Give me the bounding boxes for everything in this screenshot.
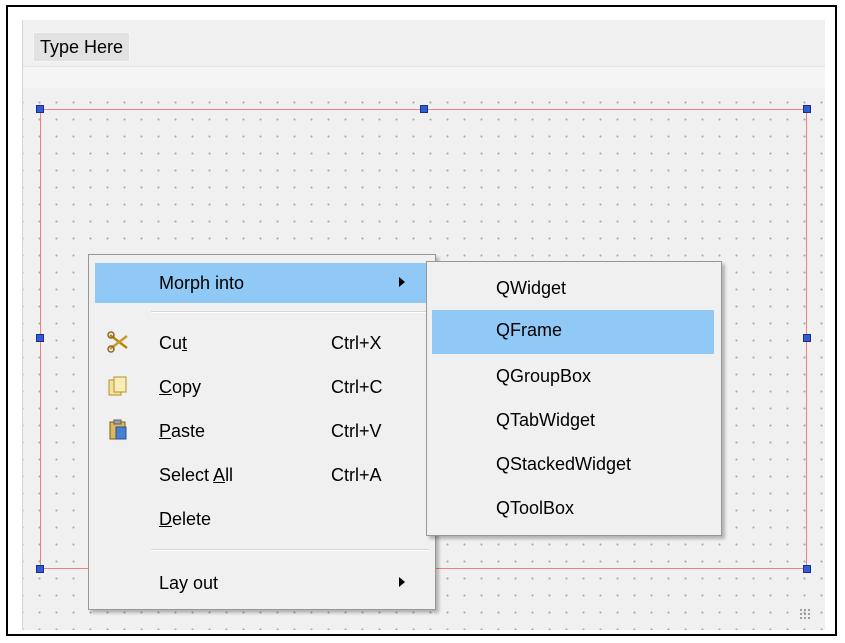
handle-middle-right[interactable] (803, 334, 811, 342)
handle-bottom-left[interactable] (36, 565, 44, 573)
menu-item-delete[interactable]: Delete (95, 499, 429, 539)
menu-item-label: Select All (159, 465, 234, 485)
toolbar-area (23, 66, 825, 90)
handle-bottom-right[interactable] (803, 565, 811, 573)
menu-item-lay-out[interactable]: Lay out (95, 563, 429, 603)
submenu-item-qstackedwidget[interactable]: QStackedWidget (432, 444, 714, 488)
menu-item-shortcut: Ctrl+C (331, 377, 383, 397)
submenu-item-qwidget[interactable]: QWidget (432, 268, 714, 312)
scissors-icon (107, 331, 129, 353)
menu-item-select-all[interactable]: Select All Ctrl+A (95, 455, 429, 495)
menu-item-shortcut: Ctrl+V (331, 421, 382, 441)
handle-top-left[interactable] (36, 105, 44, 113)
size-grip[interactable] (799, 608, 811, 620)
menu-item-morph-into[interactable]: Morph into (95, 263, 429, 303)
copy-icon (107, 375, 129, 397)
submenu-item-label: QTabWidget (496, 410, 596, 430)
submenu-item-label: QWidget (496, 278, 567, 298)
menu-item-label: Copy (159, 377, 202, 397)
handle-middle-left[interactable] (36, 334, 44, 342)
submenu-arrow-icon (399, 577, 405, 587)
submenu-item-label: QToolBox (496, 498, 575, 518)
handle-top-center[interactable] (420, 105, 428, 113)
menu-item-paste[interactable]: Paste Ctrl+V (95, 411, 429, 451)
paste-icon (107, 419, 129, 441)
submenu-item-qframe[interactable]: QFrame (432, 310, 714, 354)
menu-item-label: Paste (159, 421, 206, 441)
menubar: Type Here (23, 20, 825, 68)
submenu-item-label: QGroupBox (496, 366, 592, 386)
menu-item-label: Morph into (159, 273, 245, 293)
menu-item-label: Cut (159, 333, 188, 353)
submenu-item-label: QStackedWidget (496, 454, 632, 474)
menu-item-copy[interactable]: Copy Ctrl+C (95, 367, 429, 407)
context-menu: Morph into Cut Ctrl+X Copy Ctrl+C Paste … (88, 254, 436, 610)
submenu-item-qgroupbox[interactable]: QGroupBox (432, 356, 714, 400)
submenu-arrow-icon (399, 277, 405, 287)
menu-item-label: Lay out (159, 573, 219, 593)
menu-item-cut[interactable]: Cut Ctrl+X (95, 323, 429, 363)
morph-into-submenu: QWidget QFrame QGroupBox QTabWidget QSta… (426, 261, 722, 536)
menu-separator (151, 311, 429, 313)
menu-item-shortcut: Ctrl+X (331, 333, 382, 353)
submenu-item-qtoolbox[interactable]: QToolBox (432, 488, 714, 532)
handle-top-right[interactable] (803, 105, 811, 113)
menu-item-label: Delete (159, 509, 212, 529)
submenu-item-qtabwidget[interactable]: QTabWidget (432, 400, 714, 444)
type-here-menu[interactable]: Type Here (33, 32, 131, 62)
menu-separator (151, 549, 429, 551)
menu-item-shortcut: Ctrl+A (331, 465, 382, 485)
submenu-item-label: QFrame (496, 320, 563, 340)
